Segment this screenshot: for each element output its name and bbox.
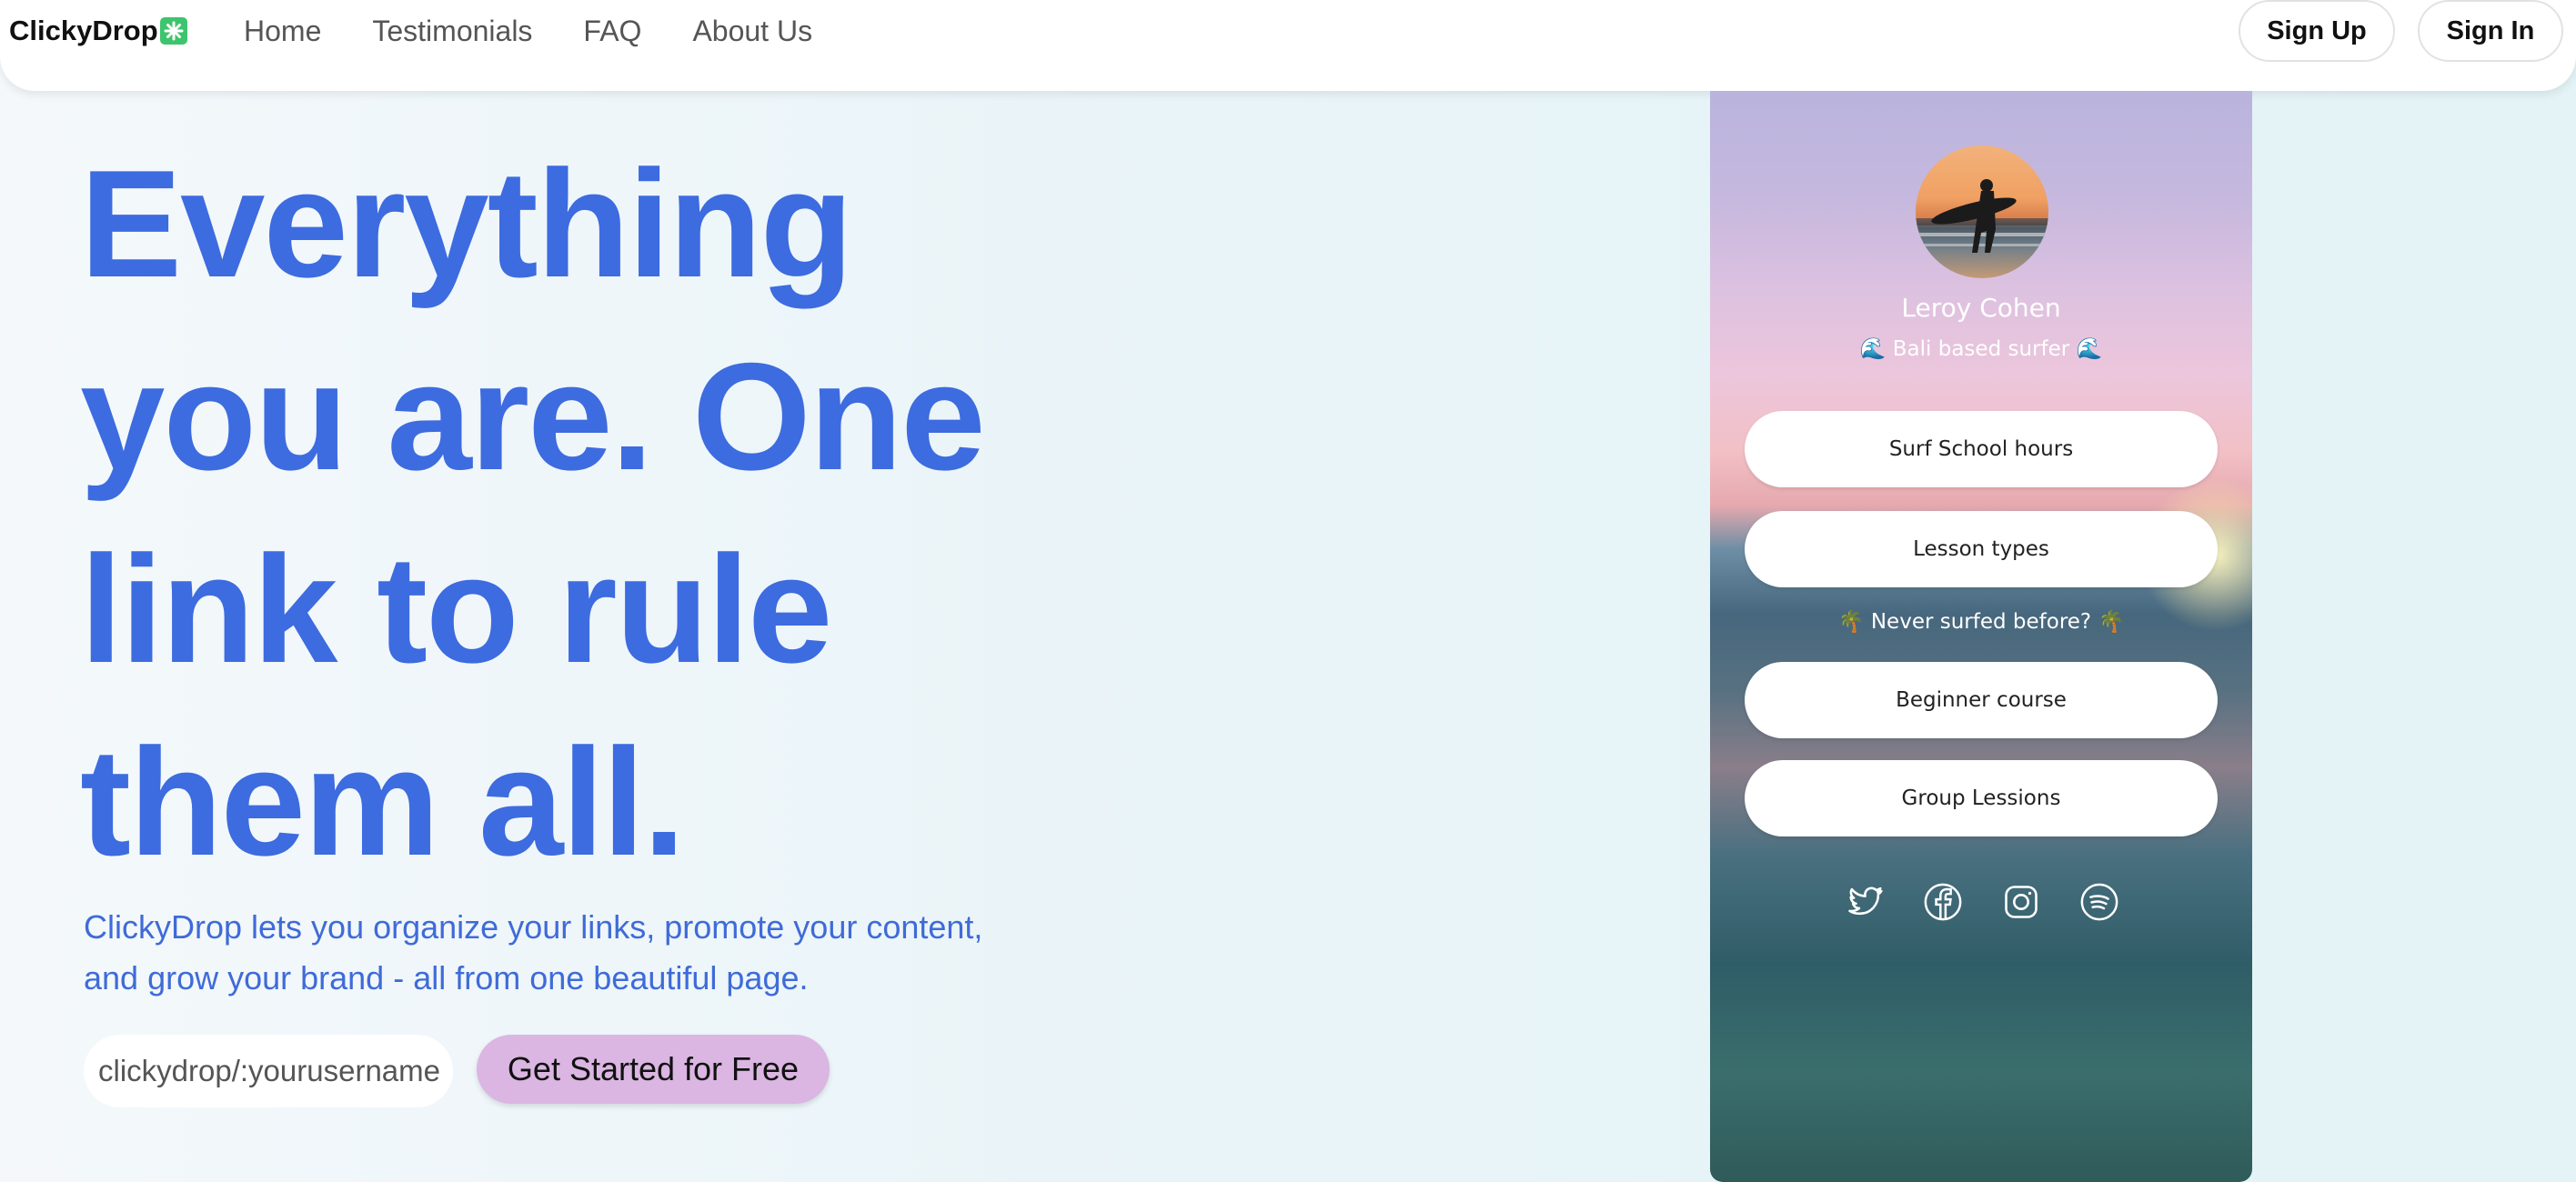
nav-link-testimonials[interactable]: Testimonials xyxy=(372,13,532,49)
nav-link-home[interactable]: Home xyxy=(244,13,321,49)
link-button[interactable]: Beginner course xyxy=(1745,662,2218,738)
hero-subtitle-line: ClickyDrop lets you organize your links,… xyxy=(84,908,983,946)
link-button[interactable]: Surf School hours xyxy=(1745,411,2218,487)
sign-up-button[interactable]: Sign Up xyxy=(2239,0,2395,62)
social-icons xyxy=(1843,880,2121,924)
profile-bio: 🌊 Bali based surfer 🌊 xyxy=(1859,337,2103,361)
nav-link-faq[interactable]: FAQ xyxy=(583,13,641,49)
profile-preview: Leroy Cohen 🌊 Bali based surfer 🌊 Surf S… xyxy=(1710,91,2252,1182)
top-nav: ClickyDrop Home Testimonials FAQ About U… xyxy=(0,0,2576,91)
nav-link-about-us[interactable]: About Us xyxy=(692,13,812,49)
brand-name: ClickyDrop xyxy=(9,15,158,46)
spotify-icon[interactable] xyxy=(2078,880,2121,924)
twitter-icon[interactable] xyxy=(1843,880,1887,924)
instagram-icon[interactable] xyxy=(1999,880,2043,924)
get-started-button[interactable]: Get Started for Free xyxy=(477,1035,830,1104)
brand-logo[interactable]: ClickyDrop xyxy=(9,13,187,49)
facebook-icon[interactable] xyxy=(1921,880,1965,924)
link-button[interactable]: Group Lessions xyxy=(1745,760,2218,836)
section-label: 🌴 Never surfed before? 🌴 xyxy=(1837,610,2125,634)
hero-subtitle-line: and grow your brand - all from one beaut… xyxy=(84,959,809,997)
sparkle-icon xyxy=(159,17,187,45)
avatar xyxy=(1916,145,2048,278)
hero-title-line: link to rule xyxy=(80,524,832,695)
hero-subtitle: ClickyDrop lets you organize your links,… xyxy=(84,902,1048,1004)
username-input[interactable] xyxy=(84,1035,453,1107)
hero-title: Everything you are. One link to rule the… xyxy=(80,127,1081,898)
nav-links: Home Testimonials FAQ About Us xyxy=(244,13,863,49)
sign-in-button[interactable]: Sign In xyxy=(2418,0,2563,62)
link-button[interactable]: Lesson types xyxy=(1745,511,2218,587)
profile-name: Leroy Cohen xyxy=(1901,293,2061,323)
hero-title-line: Everything xyxy=(80,138,853,309)
hero-title-line: them all. xyxy=(80,716,686,887)
hero-title-line: you are. One xyxy=(80,331,986,502)
